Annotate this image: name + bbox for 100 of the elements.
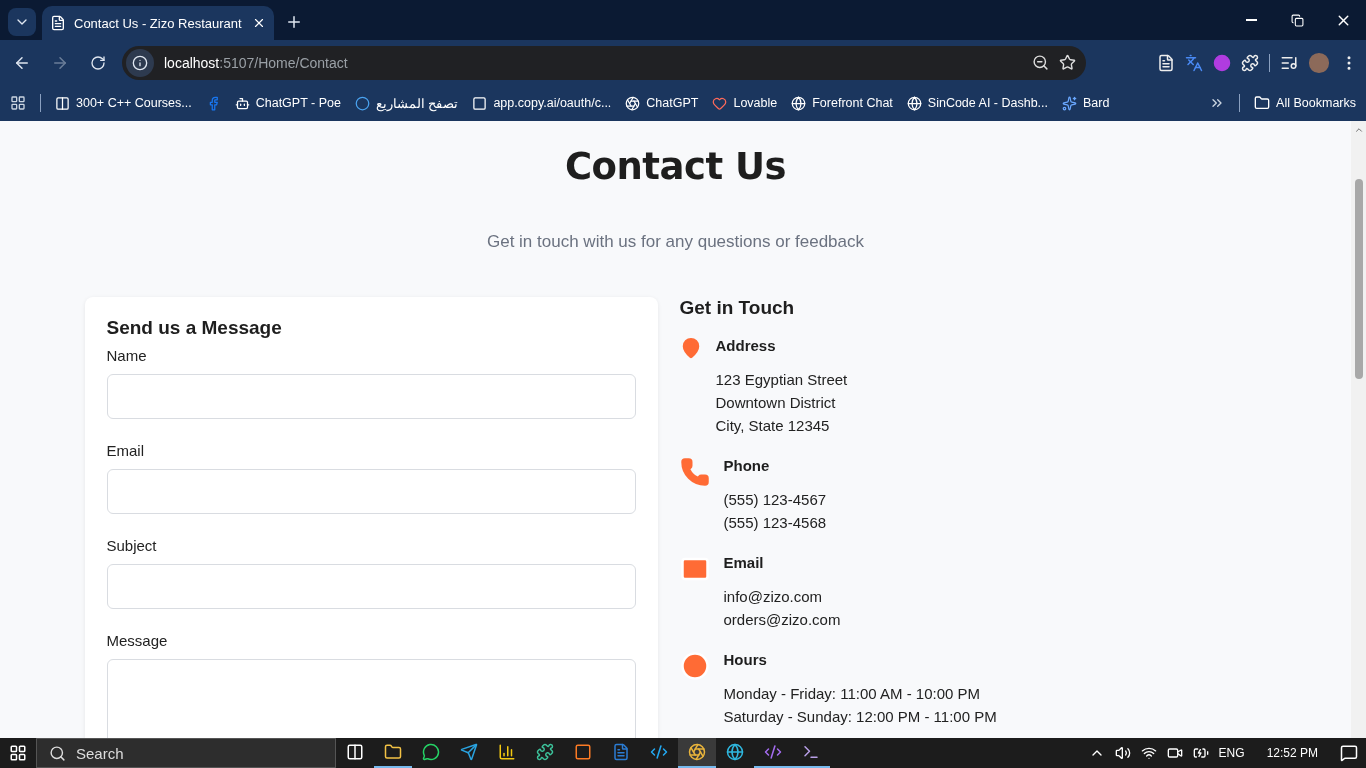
bookmark-link[interactable]: app.copy.ai/oauth/c... [472,95,612,111]
extensions-icon[interactable] [1241,53,1259,72]
document-icon [612,743,630,761]
contact-detail: 123 Egyptian Street [715,370,848,390]
input-field[interactable] [106,564,636,609]
translate-icon[interactable] [1185,53,1203,72]
zoom-out-icon[interactable] [1032,54,1049,71]
globe-icon [906,95,922,111]
contact-detail: info@zizo.com [723,587,824,607]
code-icon [650,743,668,761]
bar-chart-icon [498,743,516,761]
aperture-icon [688,743,706,761]
heart-icon [712,95,728,111]
bookmark-label: app.copy.ai/oauth/c... [493,96,612,110]
contact-title: Hours [723,651,768,668]
puzzle-icon [536,743,554,761]
restore-icon [1290,13,1304,27]
bookmark-label: تصفح المشاريع [375,95,459,111]
sparkle-icon [1062,95,1078,111]
globe-icon [726,743,744,761]
contact-title: Phone [723,457,771,474]
bookmark-link[interactable]: Forefront Chat [791,95,893,111]
bookmark-link[interactable]: Lovable [712,95,778,111]
bookmark-label: 300+ C++ Courses... [76,96,192,110]
taskbar-search-field[interactable]: Search [36,738,336,768]
language-indicator[interactable]: ENG [1218,746,1245,760]
clock-text[interactable]: 12:52 PM [1266,746,1318,760]
square-icon [472,95,488,111]
page-subtitle: Get in touch with us for any questions or feedback [486,232,864,252]
bookmark-label: Lovable [733,96,778,110]
code-icon [764,743,782,761]
circle-icon[interactable] [1213,53,1231,72]
contact-heading: Get in Touch [679,297,796,319]
ring-icon [354,95,370,111]
url-text: localhost:5107/Home/Contact [164,54,349,71]
contact-detail: Saturday - Sunday: 12:00 PM - 11:00 PM [723,707,997,727]
taskbar-app-button[interactable] [678,738,716,768]
address-bar[interactable]: localhost:5107/Home/Contact [122,45,1086,80]
windows-logo-icon [9,744,27,762]
site-info-button[interactable] [126,48,154,77]
field-label: Subject [106,537,158,554]
globe-icon [791,95,807,111]
robot-icon [234,95,250,111]
folder-icon [1254,95,1271,111]
bookmark-link[interactable]: Bard [1062,95,1110,111]
bookmark-link[interactable]: ChatGPT - Poe [234,95,341,111]
all-bookmarks-link[interactable]: All Bookmarks [1254,95,1356,111]
paper-plane-icon [460,743,478,761]
note-icon[interactable] [1157,53,1175,72]
contact-detail: Downtown District [715,393,837,413]
scrollbar-thumb[interactable] [1354,179,1363,379]
bookmark-label: SinCode AI - Dashb... [927,96,1049,110]
bookmark-star-icon[interactable] [1059,54,1076,71]
bookmark-label: Bard [1083,96,1110,110]
contact-detail: orders@zizo.com [723,610,841,630]
square-icon [574,743,592,761]
input-field[interactable] [106,374,636,419]
bookmark-link[interactable]: 300+ C++ Courses... [55,95,192,111]
contact-detail: Monday - Friday: 11:00 AM - 10:00 PM [723,684,981,704]
browser-tab[interactable]: Contact Us - Zizo Restaurant [42,6,274,40]
page-icon [50,15,66,31]
bookmark-link[interactable]: SinCode AI - Dashb... [906,95,1049,111]
page-title: Contact Us [564,145,787,188]
camera-icon[interactable] [1166,745,1183,761]
task-view-icon [346,743,364,761]
chat-bubble-icon [422,743,440,761]
bookmark-label: All Bookmarks [1276,96,1356,110]
terminal-icon [802,743,820,761]
contact-title: Address [715,337,777,354]
bookmark-label: ChatGPT [646,96,699,110]
info-icon [132,54,148,71]
form-heading: Send us a Message [106,317,283,339]
tab-title: Contact Us - Zizo Restaurant [74,15,243,31]
contact-detail: City, State 12345 [715,416,831,436]
close-icon[interactable] [252,16,266,30]
avatar-icon[interactable] [1308,51,1330,74]
plus-icon [285,13,303,31]
contact-detail: (555) 123-4567 [723,490,827,510]
notifications-icon[interactable] [1340,744,1358,762]
apps-icon[interactable] [10,95,26,111]
aperture-icon [625,95,641,111]
search-placeholder: Search [76,744,124,762]
wifi-icon[interactable] [1140,745,1157,761]
field-label: Name [106,347,148,364]
field-label: Message [106,632,169,649]
bookmark-label: Forefront Chat [812,96,893,110]
battery-icon[interactable] [1192,745,1209,761]
field-label: Email [106,442,145,459]
search-icon [49,744,66,762]
bookmark-label: ChatGPT - Poe [255,96,341,110]
tab-search-button[interactable] [8,8,36,36]
contact-title: Email [723,554,765,571]
speaker-icon[interactable] [1114,745,1131,761]
minimize-icon [1245,19,1257,21]
reload-icon [90,54,106,71]
bookmark-link[interactable]: تصفح المشاريع [354,95,459,111]
contact-detail: (555) 123-4568 [723,513,827,533]
bookmark-link[interactable]: ChatGPT [625,95,699,111]
input-field[interactable] [106,469,636,514]
scroll-up-icon[interactable] [1353,125,1364,135]
